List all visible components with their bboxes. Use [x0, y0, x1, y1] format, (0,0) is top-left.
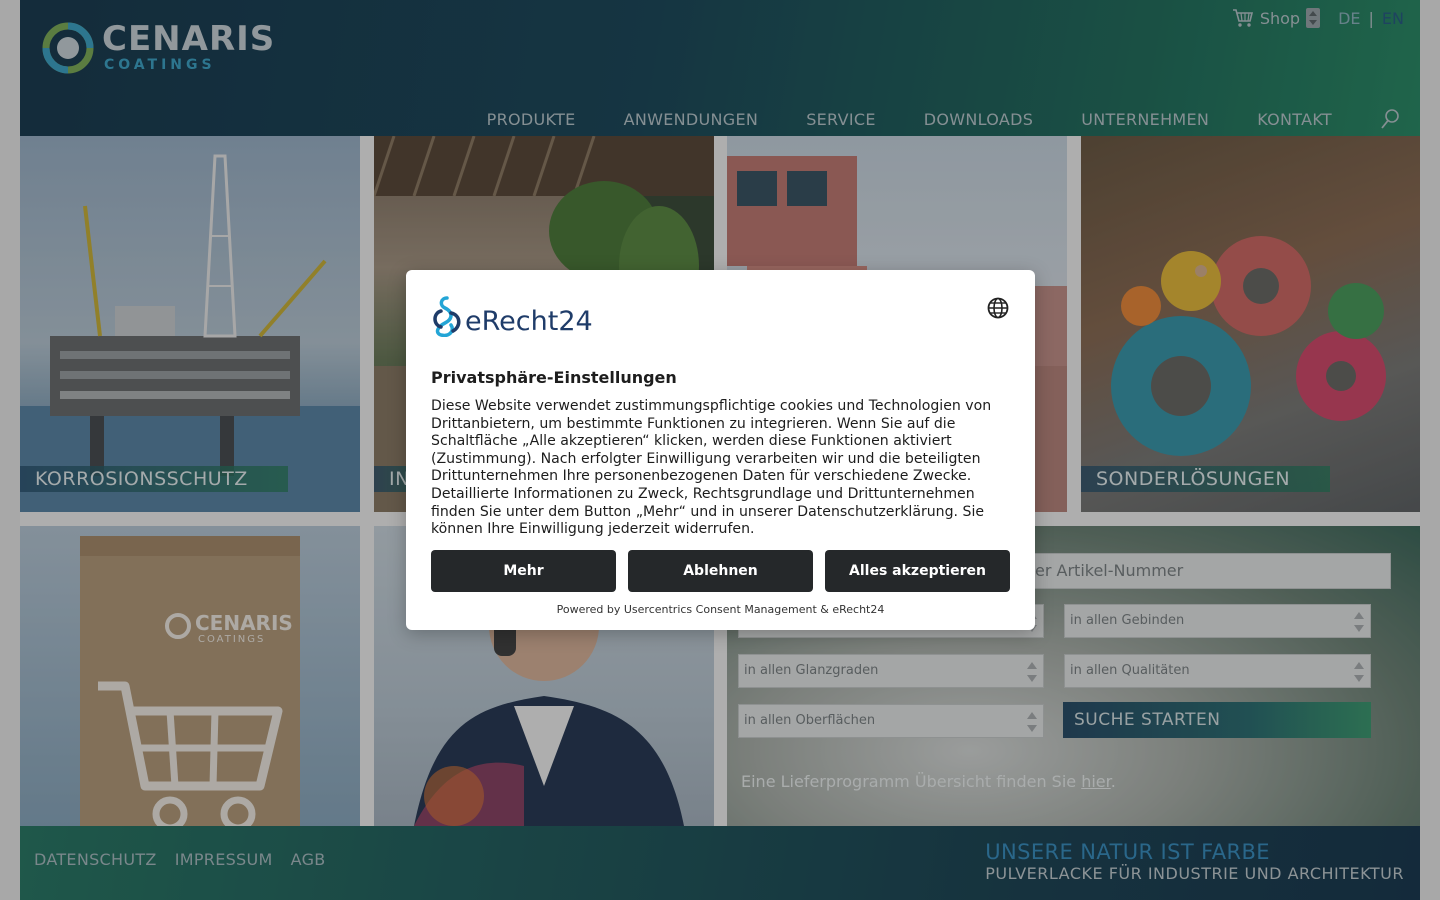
more-button[interactable]: Mehr: [431, 550, 616, 592]
consent-dialog: eRecht24 Privatsphäre-Einstellungen Dies…: [406, 270, 1035, 630]
powered-by-text: Powered by Usercentrics Consent Manageme…: [556, 603, 885, 616]
accept-all-button[interactable]: Alles akzeptieren: [825, 550, 1010, 592]
erecht24-logo: eRecht24: [431, 295, 593, 337]
erecht24-mark-icon: [433, 296, 461, 337]
consent-button-row: Mehr Ablehnen Alles akzeptieren: [431, 550, 1010, 592]
consent-title: Privatsphäre-Einstellungen: [431, 368, 677, 387]
language-globe-icon[interactable]: [987, 297, 1009, 319]
decline-button[interactable]: Ablehnen: [628, 550, 813, 592]
consent-body-text: Diese Website verwendet zustimmungspflic…: [431, 398, 992, 538]
erecht24-logo-text: eRecht24: [465, 306, 593, 337]
